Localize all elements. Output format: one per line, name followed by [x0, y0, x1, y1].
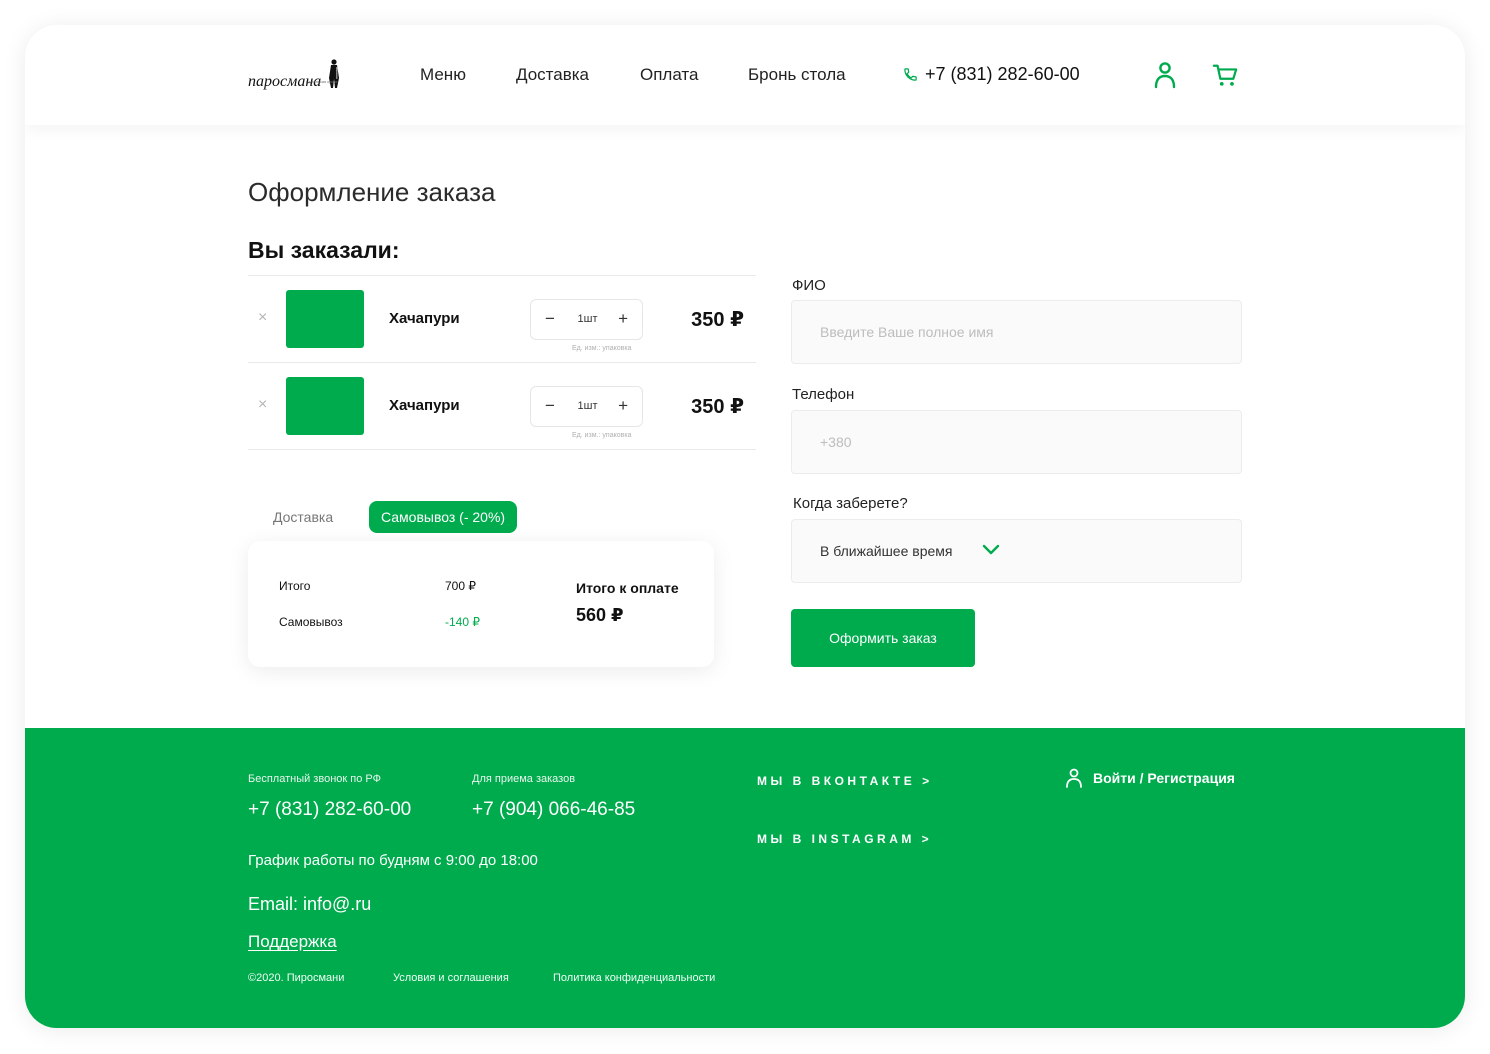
privacy-link[interactable]: Политика конфиденциальности: [553, 972, 715, 984]
header: паросмана грузинская кухня Меню Доставка…: [25, 25, 1465, 125]
phone-icon: [904, 68, 917, 81]
phone-label: Телефон: [792, 386, 855, 403]
name-label: ФИО: [792, 277, 826, 294]
logo-figure-icon: [329, 59, 340, 88]
pickup-time-value: В ближайшее время: [820, 543, 953, 559]
item-price: 350 ₽: [691, 309, 744, 331]
nav-table-booking[interactable]: Бронь стола: [748, 65, 846, 85]
pay-total-label: Итого к оплате: [576, 580, 679, 596]
nav-payment[interactable]: Оплата: [640, 65, 698, 85]
free-call-phone[interactable]: +7 (831) 282-60-00: [248, 799, 411, 821]
submit-order-button[interactable]: Оформить заказ: [791, 609, 975, 667]
header-phone[interactable]: +7 (831) 282-60-00: [903, 64, 1080, 85]
item-name: Хачапури: [389, 397, 460, 414]
vk-link[interactable]: МЫ В ВКОНТАКТЕ >: [757, 774, 933, 788]
footer-email[interactable]: Email: info@.ru: [248, 894, 371, 915]
free-call-label: Бесплатный звонок по РФ: [248, 773, 381, 785]
pickup-discount-label: Самовывоз: [279, 615, 343, 629]
remove-item-button[interactable]: ×: [258, 396, 267, 414]
logo[interactable]: паросмана грузинская кухня: [248, 58, 341, 90]
pickup-discount-value: -140 ₽: [445, 615, 480, 629]
user-icon: [1066, 768, 1082, 788]
pickup-time-label: Когда заберете?: [793, 495, 908, 512]
header-phone-text: +7 (831) 282-60-00: [925, 64, 1080, 84]
login-link[interactable]: Войти / Регистрация: [1065, 768, 1235, 788]
work-schedule: График работы по будням с 9:00 до 18:00: [248, 852, 538, 869]
tab-pickup[interactable]: Самовывоз (- 20%): [369, 501, 518, 533]
unit-note: Ед. изм.: упаковка: [572, 432, 632, 439]
ordered-title: Вы заказали:: [248, 237, 400, 263]
total-label: Итого: [279, 579, 311, 593]
login-text: Войти / Регистрация: [1093, 770, 1235, 786]
increase-button[interactable]: +: [618, 396, 628, 416]
pay-total-value: 560 ₽: [576, 605, 624, 625]
name-input[interactable]: Введите Ваше полное имя: [791, 300, 1242, 364]
page-title: Оформление заказа: [248, 177, 496, 207]
increase-button[interactable]: +: [618, 309, 628, 329]
cart-item: × Хачапури − 1шт + Ед. изм.: упаковка 35…: [248, 276, 756, 362]
chevron-down-icon: [982, 544, 1000, 555]
item-image: [286, 377, 364, 435]
page-card: паросмана грузинская кухня Меню Доставка…: [25, 25, 1465, 1028]
unit-note: Ед. изм.: упаковка: [572, 345, 632, 352]
cart-icon[interactable]: [1212, 61, 1238, 89]
nav-menu[interactable]: Меню: [420, 65, 466, 85]
quantity-stepper: − 1шт +: [530, 299, 643, 340]
orders-phone[interactable]: +7 (904) 066-46-85: [472, 799, 635, 821]
item-price: 350 ₽: [691, 396, 744, 418]
footer: Бесплатный звонок по РФ +7 (831) 282-60-…: [25, 728, 1465, 1028]
nav-delivery[interactable]: Доставка: [516, 65, 589, 85]
phone-input[interactable]: +380: [791, 410, 1242, 474]
cart-item: × Хачапури − 1шт + Ед. изм.: упаковка 35…: [248, 363, 756, 449]
user-icon[interactable]: [1152, 61, 1178, 89]
remove-item-button[interactable]: ×: [258, 309, 267, 327]
quantity-stepper: − 1шт +: [530, 386, 643, 427]
instagram-link[interactable]: МЫ В INSTAGRAM >: [757, 832, 932, 846]
tab-delivery[interactable]: Доставка: [273, 509, 333, 525]
total-value: 700 ₽: [445, 579, 476, 593]
orders-label: Для приема заказов: [472, 773, 576, 785]
item-image: [286, 290, 364, 348]
pickup-time-select[interactable]: В ближайшее время: [791, 519, 1242, 583]
logo-subtitle: грузинская кухня: [306, 79, 338, 84]
copyright: ©2020. Пиросмани: [248, 972, 345, 984]
item-name: Хачапури: [389, 310, 460, 327]
terms-link[interactable]: Условия и соглашения: [393, 972, 509, 984]
order-summary: Итого 700 ₽ Самовывоз -140 ₽ Итого к опл…: [248, 541, 714, 667]
support-link[interactable]: Поддержка: [248, 932, 337, 952]
divider: [248, 449, 756, 450]
